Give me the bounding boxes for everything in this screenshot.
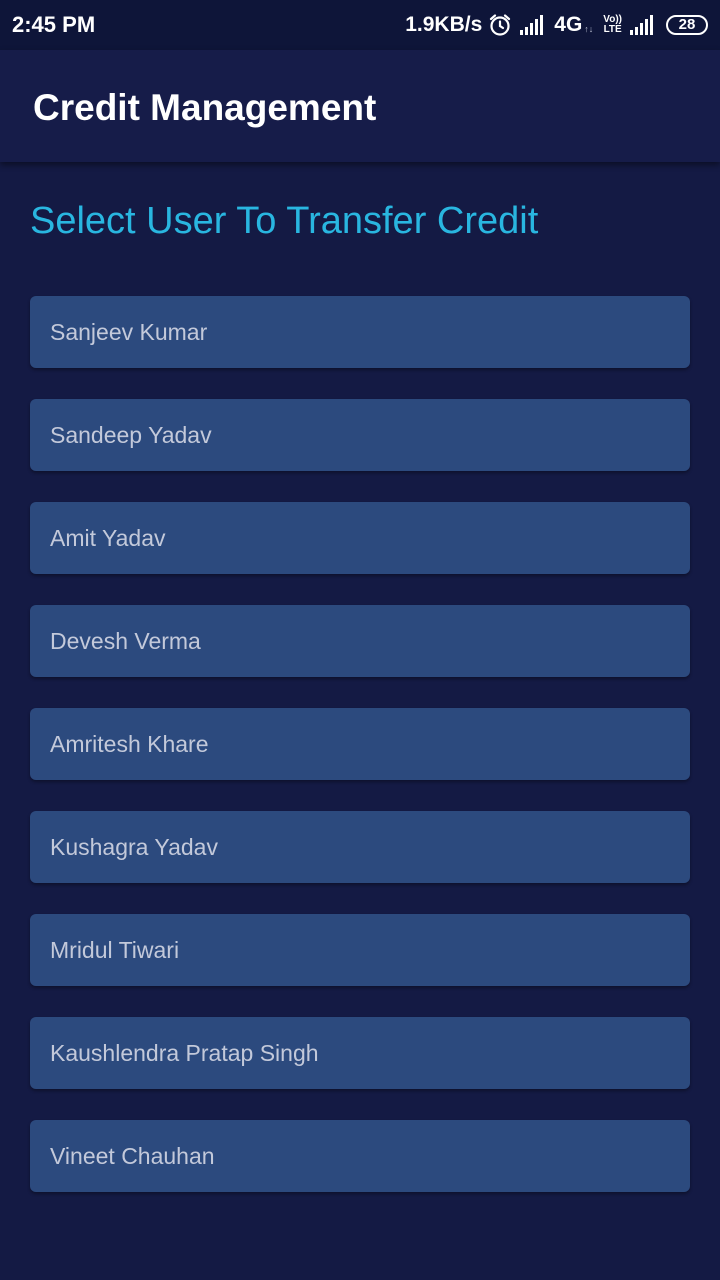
signal-icon (520, 15, 548, 35)
user-item[interactable]: Vineet Chauhan (30, 1120, 690, 1192)
user-item[interactable]: Amit Yadav (30, 502, 690, 574)
status-bar: 2:45 PM 1.9KB/s 4G ↑↓ Vo)) LTE 28 (0, 0, 720, 50)
battery-icon: 28 (666, 15, 708, 35)
battery-level: 28 (678, 16, 696, 33)
user-item[interactable]: Kaushlendra Pratap Singh (30, 1017, 690, 1089)
user-name: Kaushlendra Pratap Singh (50, 1040, 319, 1066)
user-name: Kushagra Yadav (50, 834, 218, 860)
user-item[interactable]: Kushagra Yadav (30, 811, 690, 883)
user-name: Sanjeev Kumar (50, 319, 208, 345)
network-speed: 1.9KB/s (405, 13, 483, 36)
network-type: 4G (554, 13, 583, 36)
user-item[interactable]: Devesh Verma (30, 605, 690, 677)
user-item[interactable]: Amritesh Khare (30, 708, 690, 780)
status-icons: 1.9KB/s 4G ↑↓ Vo)) LTE 28 (405, 10, 708, 40)
user-name: Amit Yadav (50, 525, 166, 551)
user-item[interactable]: Sanjeev Kumar (30, 296, 690, 368)
app-title: Credit Management (33, 87, 377, 128)
data-activity-icon: ↑↓ (584, 24, 594, 34)
user-name: Devesh Verma (50, 628, 201, 654)
volte-icon: Vo)) LTE (603, 15, 622, 35)
page-heading: Select User To Transfer Credit (30, 200, 539, 242)
user-name: Mridul Tiwari (50, 937, 180, 963)
alarm-icon (488, 13, 512, 37)
volte-label-bottom: LTE (603, 24, 622, 35)
user-name: Vineet Chauhan (50, 1143, 215, 1169)
user-item[interactable]: Mridul Tiwari (30, 914, 690, 986)
user-list: Sanjeev Kumar Sandeep Yadav Amit Yadav D… (30, 296, 690, 1223)
signal-icon (630, 15, 658, 35)
app-bar: Credit Management (0, 50, 720, 162)
status-time: 2:45 PM (12, 12, 96, 37)
user-item[interactable]: Sandeep Yadav (30, 399, 690, 471)
user-name: Amritesh Khare (50, 731, 209, 757)
user-name: Sandeep Yadav (50, 422, 212, 448)
